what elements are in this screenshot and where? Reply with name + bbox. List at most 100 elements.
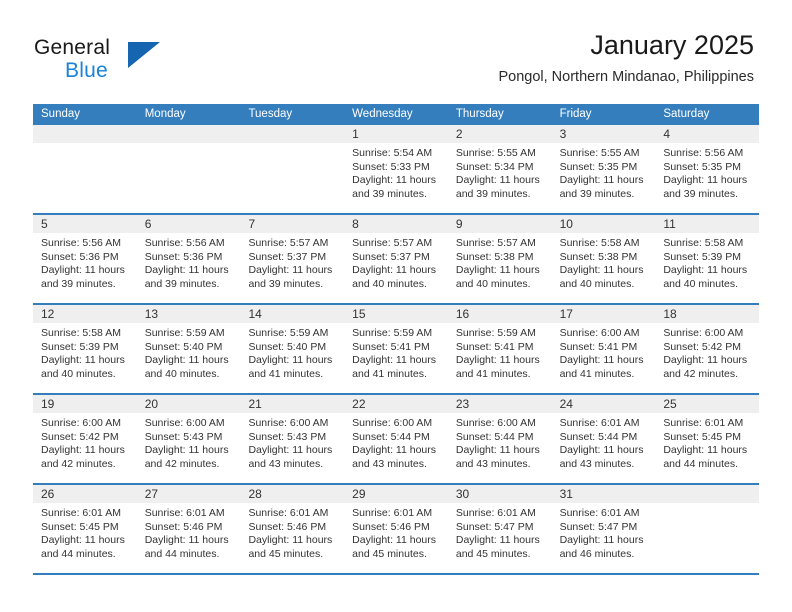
day-number-band: 30: [447, 485, 552, 503]
day-number-band: 15: [344, 305, 448, 323]
daylight-text-line1: Daylight: 11 hours: [663, 174, 748, 187]
logo-text-blue: Blue: [65, 59, 108, 82]
daylight-text-line1: Daylight: 11 hours: [144, 354, 229, 367]
sunset-text: Sunset: 5:46 PM: [144, 520, 223, 533]
sunrise-text: Sunrise: 6:01 AM: [455, 507, 536, 519]
calendar-day-cell[interactable]: 23 Sunrise: 6:00 AM Sunset: 5:44 PM Dayligh…: [447, 395, 552, 483]
calendar-week-row: 19 Sunrise: 6:00 AM Sunset: 5:42 PM Dayligh…: [33, 395, 760, 485]
calendar-day-cell[interactable]: 21 Sunrise: 6:00 AM Sunset: 5:43 PM Dayligh…: [240, 395, 345, 483]
day-number-band: [240, 125, 345, 143]
day-sun-info: Sunrise: 5:58 AM Sunset: 5:38 PM Daylight:…: [552, 233, 656, 291]
calendar-day-cell[interactable]: 29 Sunrise: 6:01 AM Sunset: 5:46 PM Dayligh…: [344, 485, 448, 573]
daylight-text-line1: Daylight: 11 hours: [455, 264, 540, 277]
day-number: 12: [41, 307, 55, 321]
daylight-text-line1: Daylight: 11 hours: [352, 174, 437, 187]
calendar-day-cell[interactable]: 8 Sunrise: 5:57 AM Sunset: 5:37 PM Daylight…: [344, 215, 448, 303]
day-number: 15: [352, 307, 366, 321]
calendar-day-cell[interactable]: 28 Sunrise: 6:01 AM Sunset: 5:46 PM Dayligh…: [240, 485, 345, 573]
daylight-text-line1: Daylight: 11 hours: [352, 264, 437, 277]
day-number: 24: [559, 397, 573, 411]
day-sun-info: Sunrise: 5:57 AM Sunset: 5:37 PM Daylight:…: [240, 233, 344, 291]
calendar-day-cell[interactable]: 27 Sunrise: 6:01 AM Sunset: 5:46 PM Dayligh…: [136, 485, 241, 573]
sunset-text: Sunset: 5:43 PM: [248, 430, 327, 443]
sunset-text: Sunset: 5:37 PM: [248, 250, 327, 263]
day-number: 31: [559, 487, 573, 501]
sunset-text: Sunset: 5:38 PM: [559, 250, 638, 263]
calendar-day-cell[interactable]: 18 Sunrise: 6:00 AM Sunset: 5:42 PM Dayligh…: [655, 305, 760, 393]
calendar-day-cell[interactable]: 11 Sunrise: 5:58 AM Sunset: 5:39 PM Dayligh…: [655, 215, 760, 303]
sunset-text: Sunset: 5:47 PM: [559, 520, 638, 533]
weekday-header-thursday: Thursday: [455, 108, 504, 120]
daylight-text-line2: and 45 minutes.: [352, 547, 427, 560]
day-number: 2: [455, 127, 463, 141]
calendar-day-cell[interactable]: 22 Sunrise: 6:00 AM Sunset: 5:44 PM Dayligh…: [344, 395, 448, 483]
day-number-band: 27: [136, 485, 241, 503]
sunrise-text: Sunrise: 6:01 AM: [41, 507, 121, 519]
sunset-text: Sunset: 5:44 PM: [352, 430, 430, 443]
calendar-day-cell[interactable]: 7 Sunrise: 5:57 AM Sunset: 5:37 PM Daylight…: [240, 215, 345, 303]
day-number: 18: [663, 307, 677, 321]
day-number: 4: [663, 127, 670, 141]
day-sun-info: Sunrise: 5:59 AM Sunset: 5:41 PM Daylight:…: [448, 323, 552, 381]
day-number-band: 6: [136, 215, 241, 233]
day-number: 26: [41, 487, 55, 501]
calendar-day-cell[interactable]: 24 Sunrise: 6:01 AM Sunset: 5:44 PM Dayligh…: [551, 395, 656, 483]
daylight-text-line2: and 40 minutes.: [352, 277, 427, 290]
day-sun-info: Sunrise: 5:55 AM Sunset: 5:35 PM Daylight:…: [552, 143, 656, 201]
daylight-text-line2: and 41 minutes.: [559, 367, 635, 380]
daylight-text-line2: and 42 minutes.: [41, 457, 116, 470]
daylight-text-line1: Daylight: 11 hours: [248, 264, 333, 277]
sunrise-text: Sunrise: 5:58 AM: [41, 327, 121, 339]
weekday-header-saturday: Saturday: [663, 108, 710, 120]
sunset-text: Sunset: 5:33 PM: [352, 160, 430, 173]
day-number-band: 11: [655, 215, 760, 233]
calendar-day-cell[interactable]: 1 Sunrise: 5:54 AM Sunset: 5:33 PM Daylight…: [344, 125, 448, 213]
day-sun-info: Sunrise: 6:00 AM Sunset: 5:43 PM Daylight:…: [137, 413, 241, 471]
page-title: January 2025: [590, 30, 754, 60]
calendar-day-cell-empty: [655, 485, 760, 573]
day-number: 22: [352, 397, 366, 411]
calendar-day-cell[interactable]: 26 Sunrise: 6:01 AM Sunset: 5:45 PM Dayligh…: [33, 485, 137, 573]
calendar-day-cell[interactable]: 3 Sunrise: 5:55 AM Sunset: 5:35 PM Daylight…: [551, 125, 656, 213]
sunset-text: Sunset: 5:46 PM: [248, 520, 327, 533]
sunset-text: Sunset: 5:47 PM: [455, 520, 534, 533]
calendar-day-cell[interactable]: 19 Sunrise: 6:00 AM Sunset: 5:42 PM Dayligh…: [33, 395, 137, 483]
calendar-day-cell[interactable]: 5 Sunrise: 5:56 AM Sunset: 5:36 PM Daylight…: [33, 215, 137, 303]
day-number-band: 12: [33, 305, 137, 323]
calendar-day-cell[interactable]: 17 Sunrise: 6:00 AM Sunset: 5:41 PM Dayligh…: [551, 305, 656, 393]
calendar-day-cell[interactable]: 31 Sunrise: 6:01 AM Sunset: 5:47 PM Dayligh…: [551, 485, 656, 573]
calendar-day-cell[interactable]: 2 Sunrise: 5:55 AM Sunset: 5:34 PM Daylight…: [447, 125, 552, 213]
sunset-text: Sunset: 5:38 PM: [455, 250, 534, 263]
calendar-day-cell[interactable]: 15 Sunrise: 5:59 AM Sunset: 5:41 PM Dayligh…: [344, 305, 448, 393]
sunrise-text: Sunrise: 6:01 AM: [559, 417, 640, 429]
sunset-text: Sunset: 5:42 PM: [41, 430, 119, 443]
sunrise-text: Sunrise: 6:00 AM: [248, 417, 329, 429]
calendar-day-cell[interactable]: 9 Sunrise: 5:57 AM Sunset: 5:38 PM Daylight…: [447, 215, 552, 303]
calendar-day-cell[interactable]: 16 Sunrise: 5:59 AM Sunset: 5:41 PM Dayligh…: [447, 305, 552, 393]
calendar-day-cell-empty: [240, 125, 345, 213]
calendar-day-cell[interactable]: 12 Sunrise: 5:58 AM Sunset: 5:39 PM Dayligh…: [33, 305, 137, 393]
weekday-header-sunday: Sunday: [41, 108, 81, 120]
day-number-band: 19: [33, 395, 137, 413]
sunrise-text: Sunrise: 6:01 AM: [559, 507, 640, 519]
day-number: 19: [41, 397, 55, 411]
calendar-day-cell[interactable]: 10 Sunrise: 5:58 AM Sunset: 5:38 PM Dayligh…: [551, 215, 656, 303]
day-sun-info: Sunrise: 5:56 AM Sunset: 5:36 PM Daylight:…: [137, 233, 241, 291]
calendar-week-row: 26 Sunrise: 6:01 AM Sunset: 5:45 PM Dayligh…: [33, 485, 760, 575]
daylight-text-line2: and 43 minutes.: [352, 457, 427, 470]
sunrise-text: Sunrise: 5:55 AM: [559, 147, 640, 159]
calendar-day-cell[interactable]: 4 Sunrise: 5:56 AM Sunset: 5:35 PM Daylight…: [655, 125, 760, 213]
daylight-text-line1: Daylight: 11 hours: [41, 444, 125, 457]
sunset-text: Sunset: 5:42 PM: [663, 340, 741, 353]
day-number: 14: [248, 307, 262, 321]
calendar-day-cell[interactable]: 20 Sunrise: 6:00 AM Sunset: 5:43 PM Dayligh…: [136, 395, 241, 483]
day-number-band: [33, 125, 137, 143]
sunset-text: Sunset: 5:34 PM: [455, 160, 534, 173]
calendar-day-cell[interactable]: 13 Sunrise: 5:59 AM Sunset: 5:40 PM Dayligh…: [136, 305, 241, 393]
calendar-day-cell[interactable]: 6 Sunrise: 5:56 AM Sunset: 5:36 PM Daylight…: [136, 215, 241, 303]
sunrise-text: Sunrise: 5:58 AM: [559, 237, 640, 249]
calendar-day-cell[interactable]: 14 Sunrise: 5:59 AM Sunset: 5:40 PM Dayligh…: [240, 305, 345, 393]
page-header: General Blue January 2025 Pongol, Northe…: [0, 0, 792, 104]
calendar-day-cell[interactable]: 25 Sunrise: 6:01 AM Sunset: 5:45 PM Dayligh…: [655, 395, 760, 483]
calendar-day-cell[interactable]: 30 Sunrise: 6:01 AM Sunset: 5:47 PM Dayligh…: [447, 485, 552, 573]
